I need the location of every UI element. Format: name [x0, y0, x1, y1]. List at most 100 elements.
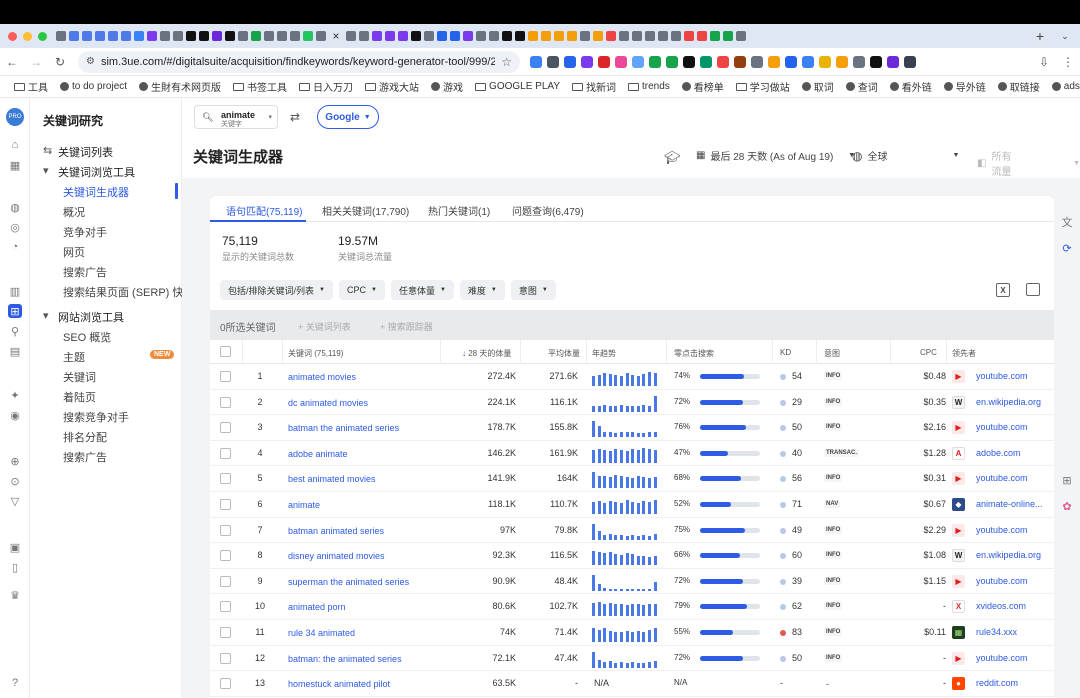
col-cpc[interactable]: CPC [920, 348, 937, 357]
leader-domain-link[interactable]: youtube.com [976, 473, 1028, 483]
bar-chart-icon[interactable]: ▥ [8, 284, 22, 298]
keyword-research-icon[interactable]: ⊞ [8, 304, 22, 318]
bookmark-item[interactable]: 书签工具 [233, 79, 287, 94]
bookmark-item[interactable]: 生財有术网页版 [139, 79, 221, 94]
leader-domain-link[interactable]: youtube.com [976, 371, 1028, 381]
extension-icon[interactable] [768, 55, 780, 68]
minimize-window-icon[interactable] [23, 31, 32, 41]
browser-tab-favicon[interactable] [225, 31, 235, 41]
help-icon[interactable]: ? [8, 676, 22, 690]
nav-item-3[interactable]: 概况 [63, 204, 85, 220]
bookmark-item[interactable]: 学习做站 [735, 79, 790, 94]
browser-tab-favicon[interactable] [95, 31, 105, 41]
extension-icon[interactable] [547, 55, 559, 68]
browser-tab-favicon[interactable] [199, 31, 209, 41]
browser-tab-favicon[interactable] [632, 31, 642, 41]
browser-tab-favicon[interactable] [450, 31, 460, 41]
browser-tab-favicon[interactable] [277, 31, 287, 41]
nav-item-15[interactable]: 搜索广告 [63, 449, 107, 465]
filter-dropdown-3[interactable]: 难度 ▼ [459, 280, 505, 300]
col-trend[interactable]: 年趋势 [592, 348, 616, 359]
nav-item-13[interactable]: 搜索竞争对手 [63, 409, 129, 425]
col-leader[interactable]: 领先者 [952, 348, 976, 359]
browser-tab-favicon[interactable] [424, 31, 434, 41]
browser-tab-favicon[interactable] [619, 31, 629, 41]
bookmark-item[interactable]: GOOGLE PLAY [475, 81, 560, 92]
browser-tab-favicon[interactable] [69, 31, 79, 41]
nav-item-7[interactable]: 搜索结果页面 (SERP) 快照 [63, 284, 194, 300]
search-zoom-icon[interactable]: ⊕ [8, 454, 22, 468]
row-checkbox[interactable] [220, 627, 231, 638]
browser-tab-favicon[interactable] [346, 31, 356, 41]
download-icon[interactable]: ⇩ [1032, 55, 1056, 69]
browser-tab-favicon[interactable] [173, 31, 183, 41]
url-text[interactable]: sim.3ue.com/#/digitalsuite/acquisition/f… [101, 56, 495, 68]
nav-item-9[interactable]: SEO 概览 [63, 329, 111, 345]
zoom-window-icon[interactable] [38, 31, 47, 41]
browser-tab-favicon[interactable] [186, 31, 196, 41]
browser-tab-favicon[interactable] [359, 31, 369, 41]
browser-tab-favicon[interactable] [160, 31, 170, 41]
browser-tab-favicon[interactable] [56, 31, 66, 41]
filter-dropdown-2[interactable]: 任意体量 ▼ [390, 280, 454, 300]
bookmark-item[interactable]: trends [628, 81, 670, 92]
leader-domain-link[interactable]: animate-online... [976, 499, 1043, 509]
bookmark-star-icon[interactable]: ☆ [501, 55, 512, 69]
browser-tab-favicon[interactable] [476, 31, 486, 41]
extension-icon[interactable] [649, 55, 661, 68]
browser-tab-favicon[interactable] [645, 31, 655, 41]
back-arrow-icon[interactable]: ← [0, 55, 24, 69]
row-checkbox[interactable] [220, 396, 231, 408]
report-icon[interactable]: ▤ [8, 344, 22, 358]
extension-icon[interactable] [819, 55, 831, 68]
row-checkbox[interactable] [220, 575, 231, 587]
nav-item-10[interactable]: 主题 [63, 349, 85, 365]
keyword-link[interactable]: disney animated movies [288, 551, 385, 561]
bookmark-item[interactable]: 查词 [845, 79, 878, 94]
row-checkbox[interactable] [220, 678, 231, 690]
extension-icon[interactable] [666, 55, 678, 68]
keyword-link[interactable]: adobe animate [288, 449, 348, 459]
keyword-link[interactable]: dc animated movies [288, 398, 368, 408]
leader-domain-link[interactable]: en.wikipedia.org [976, 397, 1041, 407]
browser-tab-favicon[interactable] [489, 31, 499, 41]
nav-section-0[interactable]: 关键词列表 [58, 144, 113, 160]
col-intent[interactable]: 意图 [824, 348, 840, 359]
home-icon[interactable]: ⌂ [8, 138, 22, 152]
tab-related-keywords[interactable]: 相关关键词(17,790) [322, 203, 409, 218]
keyword-link[interactable]: batman the animated series [288, 423, 399, 433]
translate-icon[interactable]: 文 [1059, 214, 1075, 230]
filter-dropdown-1[interactable]: CPC ▼ [338, 280, 385, 300]
leader-domain-link[interactable]: en.wikipedia.org [976, 550, 1041, 560]
row-checkbox[interactable] [220, 371, 231, 382]
extension-icons[interactable] [530, 55, 1032, 68]
clock-icon[interactable]: ◔ [8, 240, 22, 254]
nav-item-12[interactable]: 着陆页 [63, 389, 96, 405]
region-dropdown[interactable]: ◍ 全球 ▼ [852, 148, 959, 164]
bookmark-item[interactable]: adsense [1051, 81, 1080, 92]
browser-tab-favicon[interactable] [411, 31, 421, 41]
url-field[interactable]: ⚙ sim.3ue.com/#/digitalsuite/acquisition… [78, 50, 520, 73]
keyword-link[interactable]: batman animated series [288, 526, 384, 536]
compass-icon[interactable]: ◎ [8, 220, 22, 234]
browser-tab-favicon[interactable] [606, 31, 616, 41]
extension-icon[interactable] [836, 55, 848, 68]
row-checkbox[interactable] [220, 499, 231, 510]
sparkle-icon[interactable]: ✦ [8, 388, 22, 402]
browser-tab-favicon[interactable] [385, 31, 395, 41]
keyword-link[interactable]: animated movies [288, 372, 356, 382]
browser-tab-favicon[interactable] [528, 31, 538, 41]
tab-phrase-match[interactable]: 语句匹配(75,119) [226, 203, 303, 218]
nav-item-11[interactable]: 关键词 [63, 369, 96, 385]
browser-tab-favicon[interactable] [723, 31, 733, 41]
browser-tab-favicon[interactable] [710, 31, 720, 41]
keyword-link[interactable]: best animated movies [288, 474, 376, 484]
extension-icon[interactable] [717, 55, 729, 68]
extension-icon[interactable] [564, 55, 576, 68]
bookmark-item[interactable]: 找新词 [572, 79, 616, 94]
col-average-volume[interactable]: 平均体量 [548, 348, 580, 359]
leader-domain-link[interactable]: youtube.com [976, 576, 1028, 586]
apps-grid-icon[interactable]: ⊞ [1059, 472, 1075, 488]
filter-dropdown-0[interactable]: 包括/排除关键词/列表 ▼ [220, 280, 333, 300]
keyword-selector[interactable]: 🔍︎ animate 关键字 ▾ [194, 105, 278, 129]
